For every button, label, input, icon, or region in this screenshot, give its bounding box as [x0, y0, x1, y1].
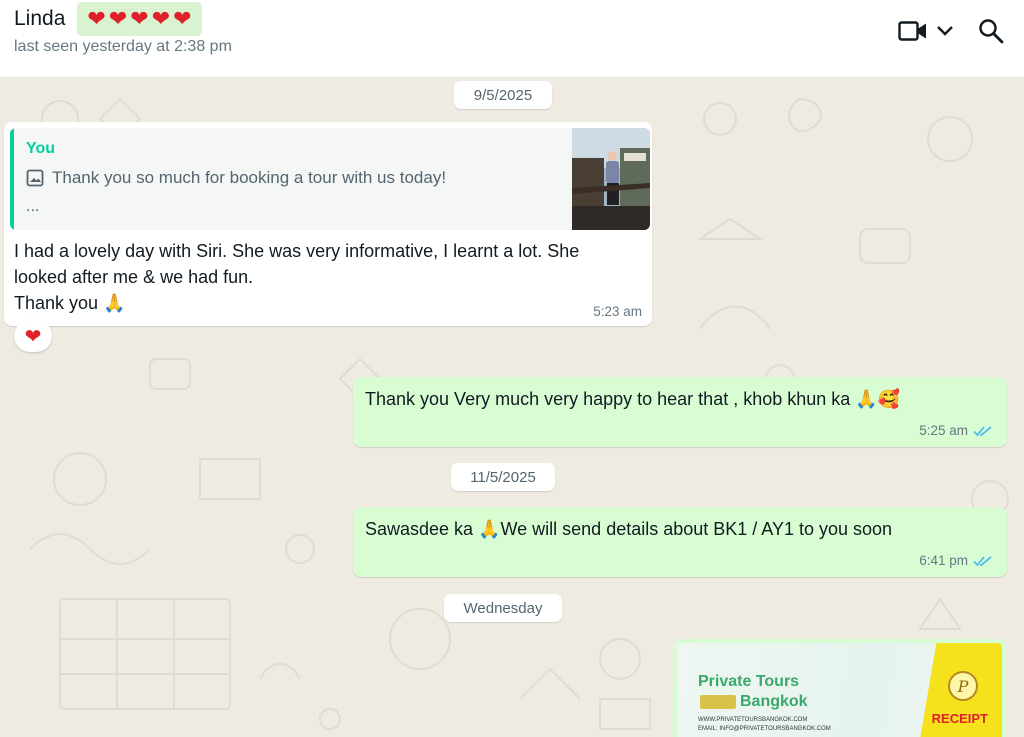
chevron-down-icon — [937, 26, 953, 36]
search-icon — [979, 19, 1004, 44]
search-button[interactable] — [978, 18, 1004, 44]
header-actions — [898, 18, 1004, 44]
receipt-image[interactable]: Private Tours Bangkok WWW.PRIVATETOURSBA… — [678, 643, 1002, 737]
heart-icon: ❤ — [24, 325, 42, 348]
message-timestamp: 6:41 pm — [919, 553, 968, 568]
video-camera-icon — [898, 21, 926, 41]
quote-author: You — [26, 140, 56, 157]
receipt-image-message[interactable]: Private Tours Bangkok WWW.PRIVATETOURSBA… — [674, 639, 1006, 737]
message-meta: 6:41 pm — [919, 553, 993, 568]
date-chip: 11/5/2025 — [451, 463, 555, 491]
receipt-email: EMAIL: INFO@PRIVATETOURSBANGKOK.COM — [698, 726, 831, 732]
quote-text: Thank you so much for booking a tour wit… — [52, 168, 447, 187]
quote-ellipsis: ... — [26, 198, 40, 215]
quoted-message[interactable]: You Thank you so much for booking a tour… — [10, 128, 650, 230]
heart-icon: ❤ — [87, 6, 106, 31]
message-timestamp: 5:25 am — [919, 423, 968, 438]
double-check-read-icon — [973, 425, 992, 436]
quote-photo-thumbnail[interactable] — [572, 128, 650, 230]
photo-thumbnail-image — [572, 128, 650, 230]
receipt-website: WWW.PRIVATETOURSBANGKOK.COM — [698, 717, 808, 723]
receipt-badge-logo: P — [948, 671, 978, 701]
message-text: Thank you Very much very happy to hear t… — [365, 389, 901, 409]
heart-icon: ❤ — [108, 6, 128, 31]
contact-name-row: Linda ❤ ❤ ❤ ❤ ❤ — [14, 2, 202, 36]
chat-header: Linda ❤ ❤ ❤ ❤ ❤ last seen yesterday at 2… — [0, 0, 1024, 78]
last-seen-status: last seen yesterday at 2:38 pm — [14, 38, 232, 55]
message-reaction[interactable]: ❤ — [14, 320, 52, 352]
contact-name[interactable]: Linda — [14, 7, 65, 31]
date-chip: Wednesday — [444, 594, 562, 622]
brand-logo-icon — [700, 695, 736, 709]
outgoing-message[interactable]: Thank you Very much very happy to hear t… — [353, 377, 1007, 447]
quote-accent-bar — [10, 128, 14, 230]
message-text: I had a lovely day with Siri. She was ve… — [14, 241, 580, 313]
receipt-brand-line1: Private Tours — [698, 673, 800, 690]
quote-text-row: Thank you so much for booking a tour wit… — [26, 168, 446, 188]
incoming-message[interactable]: You Thank you so much for booking a tour… — [4, 122, 652, 326]
chat-area[interactable]: 9/5/2025 You Thank you so much for booki… — [0, 79, 1024, 737]
outgoing-message[interactable]: Sawasdee ka 🙏We will send details about … — [353, 507, 1007, 577]
message-text: Sawasdee ka 🙏We will send details about … — [365, 519, 893, 539]
date-chip: 9/5/2025 — [454, 81, 552, 109]
heart-icon: ❤ — [173, 6, 192, 31]
heart-icon: ❤ — [151, 6, 171, 31]
receipt-brand-line2: Bangkok — [740, 693, 808, 710]
double-check-read-icon — [973, 555, 992, 566]
message-timestamp: 5:23 am — [593, 304, 642, 319]
image-icon — [26, 169, 44, 187]
video-call-button[interactable] — [898, 20, 954, 42]
hearts-badge: ❤ ❤ ❤ ❤ ❤ — [77, 2, 202, 36]
message-meta: 5:25 am — [919, 423, 993, 438]
heart-icon: ❤ — [130, 6, 149, 31]
receipt-label: RECEIPT — [931, 711, 988, 726]
